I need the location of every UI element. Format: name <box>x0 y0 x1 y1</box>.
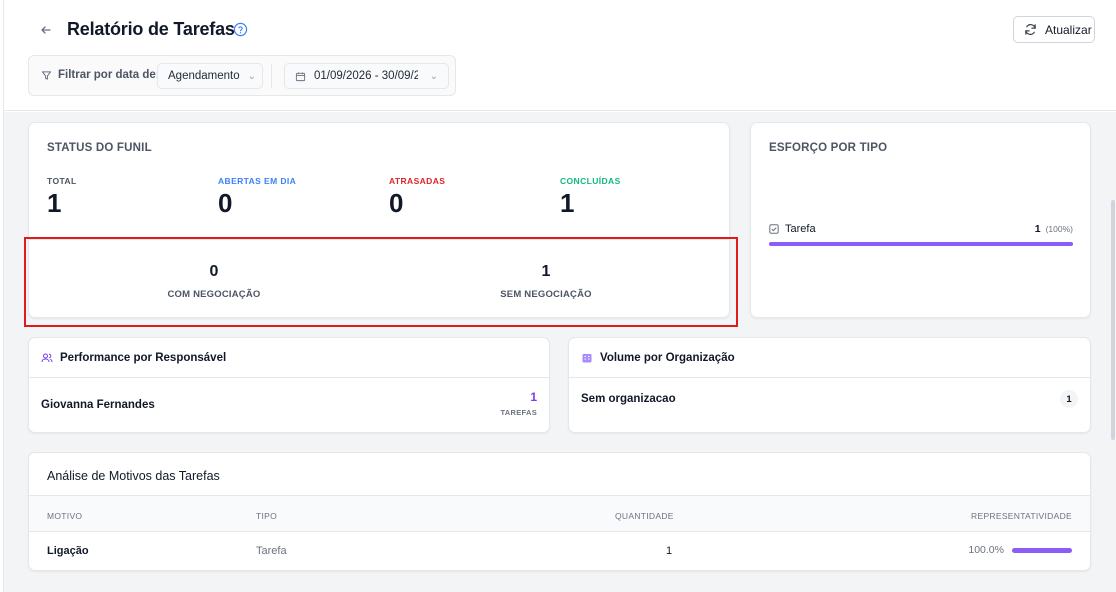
scrollbar[interactable] <box>1110 112 1116 592</box>
stat-value: 0 <box>389 188 404 218</box>
analysis-title: Análise de Motivos das Tarefas <box>47 469 220 483</box>
effort-type-label: Tarefa <box>785 223 816 235</box>
performance-title: Performance por Responsável <box>60 351 227 364</box>
table-cell-tipo: Tarefa <box>256 545 287 557</box>
stat-open-on-time: ABERTAS EM DIA 0 <box>218 176 296 219</box>
filter-icon <box>41 70 52 80</box>
table-cell-motivo: Ligação <box>47 545 89 557</box>
volume-title: Volume por Organização <box>600 351 735 364</box>
funnel-status-card: STATUS DO FUNIL TOTAL 1 ABERTAS EM DIA 0… <box>28 122 730 318</box>
performance-header: Performance por Responsável <box>29 338 549 378</box>
stat-total: TOTAL 1 <box>47 176 77 219</box>
effort-percent: (100%) <box>1045 224 1073 234</box>
responsible-name: Giovanna Fernandes <box>41 399 155 411</box>
date-filter-bar: Filtrar por data de: Agendamento ⌄ 01/09… <box>28 55 456 96</box>
stat-label: CONCLUÍDAS <box>560 176 621 186</box>
task-count-value: 1 <box>530 390 537 404</box>
effort-by-type-card: ESFORÇO POR TIPO Tarefa 1 (100%) <box>750 122 1091 318</box>
without-negotiation-stat: 1 SEM NEGOCIAÇÃO <box>446 263 646 300</box>
stat-value: 0 <box>218 188 233 218</box>
representativeness-fill <box>1012 547 1072 553</box>
stat-label: ABERTAS EM DIA <box>218 176 297 186</box>
table-header: MOTIVO TIPO QUANTIDADE REPRESENTATIVIDAD… <box>29 495 1090 532</box>
with-negotiation-stat: 0 COM NEGOCIAÇÃO <box>114 263 314 300</box>
chevron-down-icon: ⌄ <box>247 70 257 82</box>
task-count-unit: TAREFAS <box>500 408 537 417</box>
organization-name: Sem organizacao <box>581 393 676 405</box>
refresh-label: Atualizar <box>1045 22 1092 37</box>
scrollbar-thumb[interactable] <box>1111 200 1115 440</box>
effort-progress-fill <box>769 242 1073 246</box>
column-header: MOTIVO <box>47 511 83 521</box>
page-header: Relatório de Tarefas Atualizar Filtrar p… <box>4 0 1116 111</box>
date-type-select[interactable]: Agendamento ⌄ <box>157 63 263 89</box>
back-arrow-icon[interactable] <box>36 20 56 40</box>
negotiation-label: SEM NEGOCIAÇÃO <box>500 289 592 300</box>
page: Relatório de Tarefas Atualizar Filtrar p… <box>0 0 1116 592</box>
chevron-down-icon: ⌄ <box>429 70 438 82</box>
table-cell-quantidade: 1 <box>666 545 673 557</box>
effort-title: ESFORÇO POR TIPO <box>769 142 888 154</box>
divider <box>29 239 729 240</box>
negotiation-value: 1 <box>541 263 551 280</box>
table-cell-representatividade: 100.0% <box>968 544 1072 556</box>
date-type-value: Agendamento <box>168 70 240 82</box>
stat-label: ATRASADAS <box>389 176 446 186</box>
column-header: QUANTIDADE <box>615 511 674 521</box>
date-range-value: 01/09/2026 - 30/09/2026 <box>314 70 418 82</box>
stat-value: 1 <box>47 188 62 218</box>
column-header: REPRESENTATIVIDADE <box>971 511 1072 521</box>
help-icon[interactable] <box>233 22 248 37</box>
filter-label-text: Filtrar por data de: <box>58 69 160 81</box>
stat-label: TOTAL <box>47 176 77 186</box>
organization-count-badge: 1 <box>1060 390 1078 408</box>
task-reasons-card: Análise de Motivos das Tarefas MOTIVO TI… <box>28 452 1091 571</box>
representativeness-bar <box>1012 547 1072 553</box>
page-title: Relatório de Tarefas <box>67 19 235 39</box>
refresh-icon <box>1025 24 1036 35</box>
refresh-button[interactable]: Atualizar <box>1013 16 1095 43</box>
stat-late: ATRASADAS 0 <box>389 176 445 219</box>
effort-progress-bar <box>769 242 1073 246</box>
effort-count: 1 <box>1034 223 1041 235</box>
volume-by-org-card: Volume por Organização Sem organizacao 1 <box>568 337 1091 433</box>
checkbox-icon <box>769 224 779 234</box>
date-range-picker[interactable]: 01/09/2026 - 30/09/2026 ⌄ <box>284 63 449 89</box>
filter-label: Filtrar por data de: <box>41 69 160 81</box>
divider <box>271 64 272 88</box>
building-icon <box>582 353 592 362</box>
negotiation-label: COM NEGOCIAÇÃO <box>167 289 261 300</box>
effort-row: Tarefa 1 (100%) <box>769 223 1073 235</box>
calendar-icon <box>295 71 306 81</box>
report-content: STATUS DO FUNIL TOTAL 1 ABERTAS EM DIA 0… <box>4 112 1114 592</box>
funnel-title: STATUS DO FUNIL <box>47 142 152 154</box>
representativeness-percent: 100.0% <box>968 544 1004 556</box>
negotiation-value: 0 <box>209 263 219 280</box>
stat-done: CONCLUÍDAS 1 <box>560 176 621 219</box>
column-header: TIPO <box>256 511 278 521</box>
stat-value: 1 <box>560 188 575 218</box>
performance-card: Performance por Responsável Giovanna Fer… <box>28 337 550 433</box>
volume-header: Volume por Organização <box>569 338 1090 378</box>
responsible-task-count: 1 TAREFAS <box>500 390 537 417</box>
users-icon <box>41 353 53 362</box>
